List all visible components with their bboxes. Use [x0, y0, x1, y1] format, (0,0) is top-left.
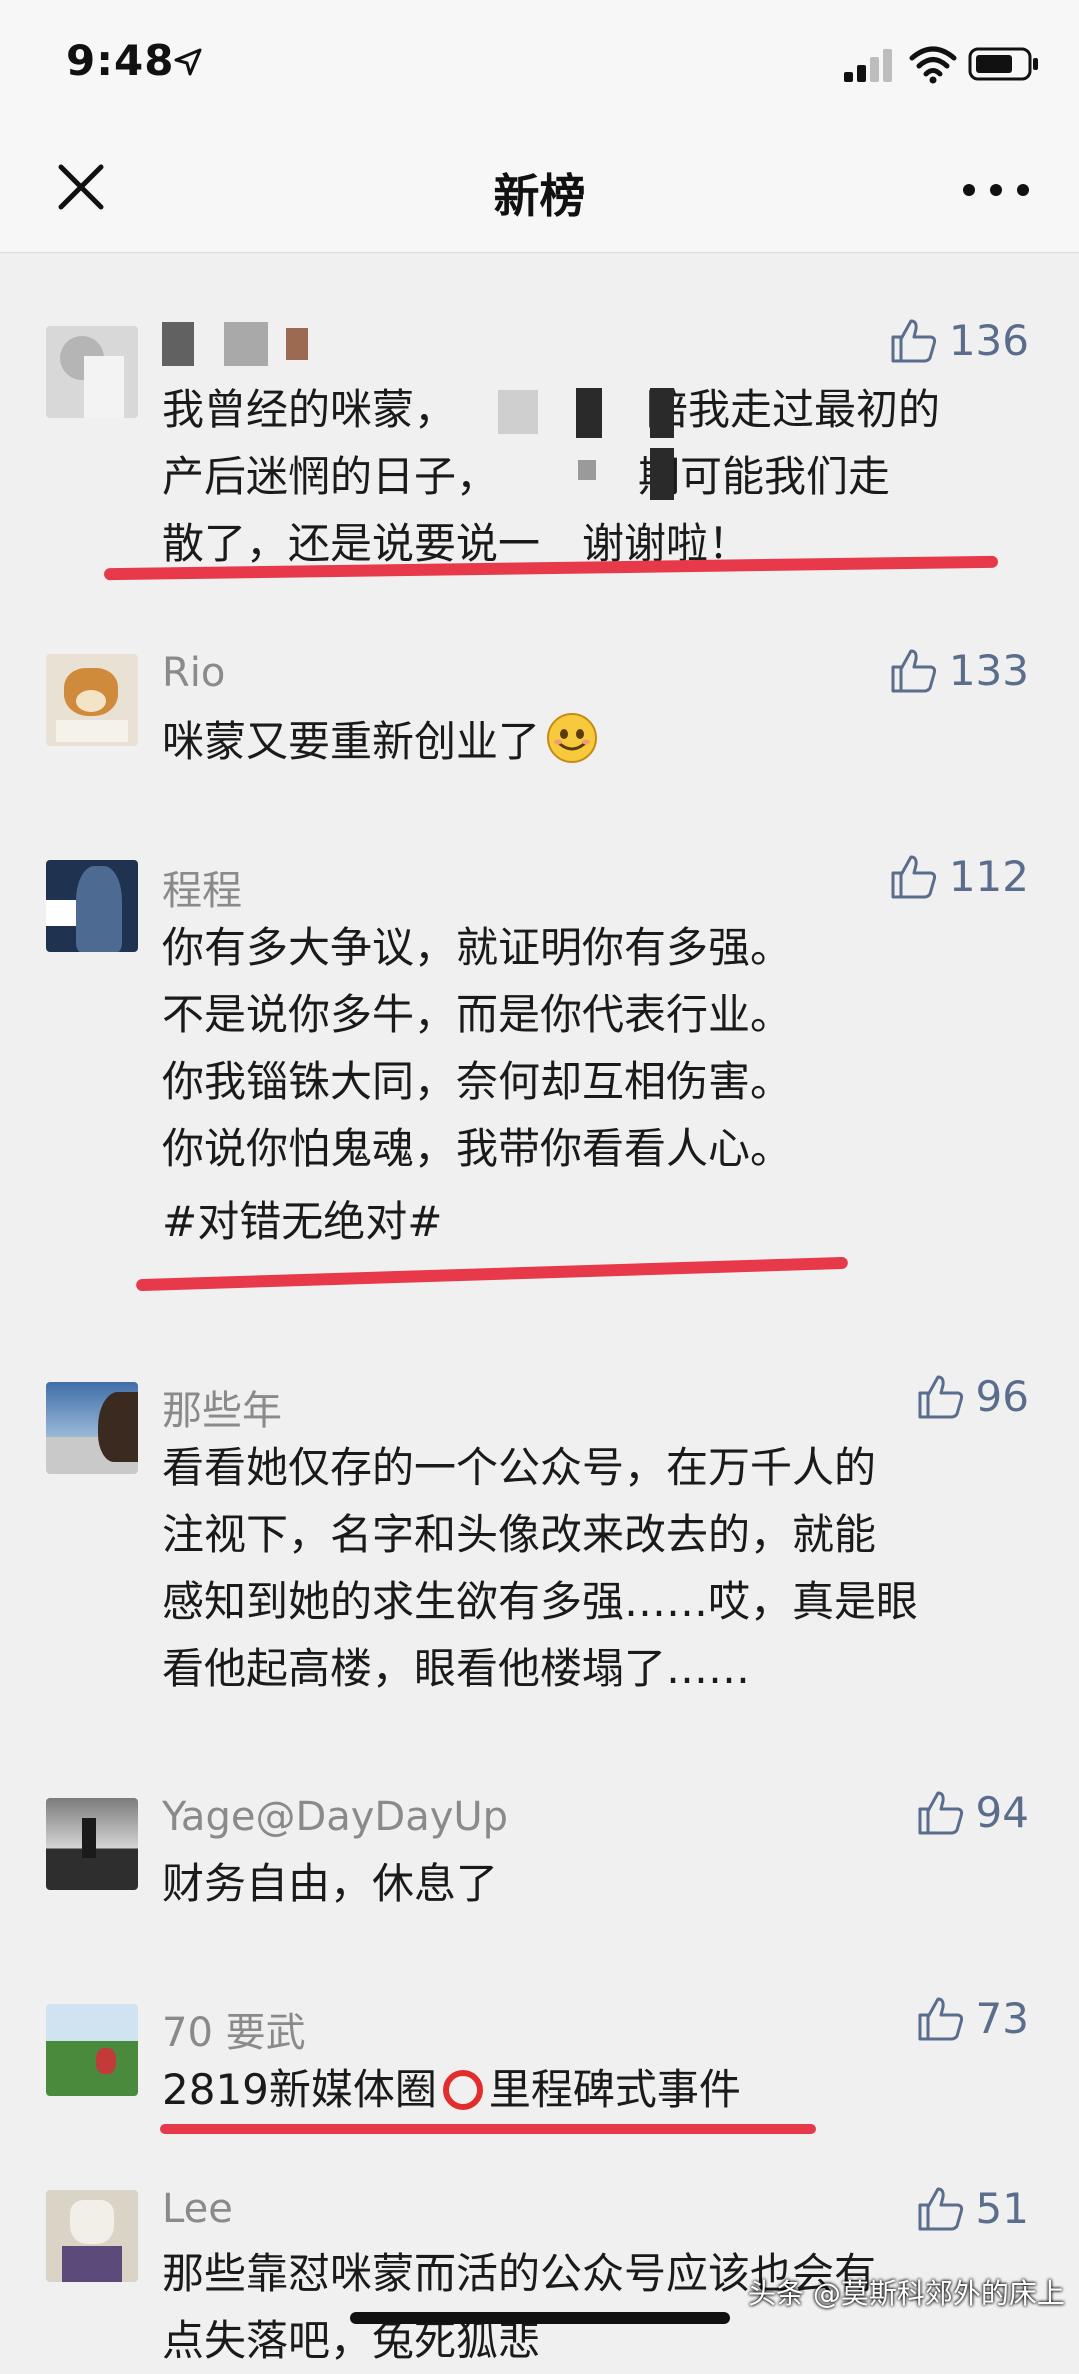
avatar[interactable]	[46, 860, 138, 952]
avatar[interactable]	[46, 654, 138, 746]
status-time: 9:48	[66, 36, 175, 85]
censored-text	[650, 448, 674, 500]
like-button[interactable]: 51	[916, 2184, 1029, 2233]
like-button[interactable]: 136	[889, 316, 1029, 365]
location-arrow-icon	[174, 48, 202, 76]
censored-text	[578, 460, 596, 480]
more-dots-icon	[963, 184, 1029, 196]
avatar[interactable]	[46, 2190, 138, 2282]
comment-username[interactable]: 70 要武	[162, 2000, 306, 2058]
comment-text: 咪蒙又要重新创业了	[162, 708, 1022, 775]
like-count: 96	[975, 1372, 1029, 1421]
nav-bar: 新榜	[0, 130, 1079, 253]
home-indicator[interactable]	[350, 2312, 730, 2324]
wifi-icon	[909, 46, 957, 84]
thumbs-up-icon	[918, 1791, 963, 1834]
thumbs-up-icon	[891, 319, 936, 362]
censored-username	[286, 328, 308, 360]
comment-text: 看看她仅存的一个公众号，在万千人的 注视下，名字和头像改来改去的，就能 感知到她…	[162, 1443, 919, 1693]
like-button[interactable]: 73	[916, 1994, 1029, 2043]
like-count: 136	[948, 316, 1029, 365]
like-button[interactable]: 96	[916, 1372, 1029, 1421]
smiling-face-emoji-icon	[547, 713, 598, 763]
red-underline-annotation	[135, 1256, 849, 1292]
battery-icon	[968, 47, 1038, 81]
status-bar: 9:48	[0, 0, 1079, 130]
comment-text: 财务自由，休息了	[162, 1859, 499, 1908]
more-options-button[interactable]	[956, 160, 1036, 220]
avatar[interactable]	[46, 1798, 138, 1890]
like-count: 133	[948, 646, 1029, 695]
censored-text	[650, 388, 674, 438]
censored-text	[498, 390, 538, 434]
thumbs-up-icon	[891, 649, 936, 692]
cellular-signal-icon	[844, 49, 892, 82]
comment-username[interactable]: Rio	[162, 650, 225, 696]
censored-username	[162, 322, 194, 366]
thumbs-up-icon	[918, 1375, 963, 1418]
thumbs-up-icon	[918, 2187, 963, 2230]
comment-username[interactable]: 那些年	[162, 1378, 282, 1436]
avatar[interactable]	[46, 2004, 138, 2096]
comment-username[interactable]: 程程	[162, 858, 242, 916]
like-count: 112	[948, 852, 1029, 901]
like-button[interactable]: 94	[916, 1788, 1029, 1837]
page-title: 新榜	[493, 169, 586, 223]
watermark: 头条 @莫斯科郊外的床上	[748, 2277, 1065, 2310]
hashtag[interactable]: #对错无绝对#	[162, 1188, 442, 1249]
comment-username[interactable]: Yage@DayDayUp	[162, 1794, 508, 1840]
avatar[interactable]	[46, 1382, 138, 1474]
censored-username	[224, 322, 268, 366]
comment-text: 你有多大争议，就证明你有多强。 不是说你多牛，而是你代表行业。 你我锱铢大同，奈…	[162, 923, 793, 1173]
like-button[interactable]: 133	[889, 646, 1029, 695]
like-count: 73	[975, 1994, 1029, 2043]
comment-username[interactable]: Lee	[162, 2186, 233, 2232]
thumbs-up-icon	[918, 1997, 963, 2040]
thumbs-up-icon	[891, 855, 936, 898]
like-button[interactable]: 112	[889, 852, 1029, 901]
like-count: 94	[975, 1788, 1029, 1837]
red-circle-emoji-icon	[442, 2070, 483, 2110]
like-count: 51	[975, 2184, 1029, 2233]
red-underline-annotation	[160, 2124, 816, 2134]
avatar[interactable]	[46, 326, 138, 418]
censored-text	[576, 388, 602, 438]
comment-text: 2819新媒体圈 里程碑式事件	[162, 2065, 741, 2114]
